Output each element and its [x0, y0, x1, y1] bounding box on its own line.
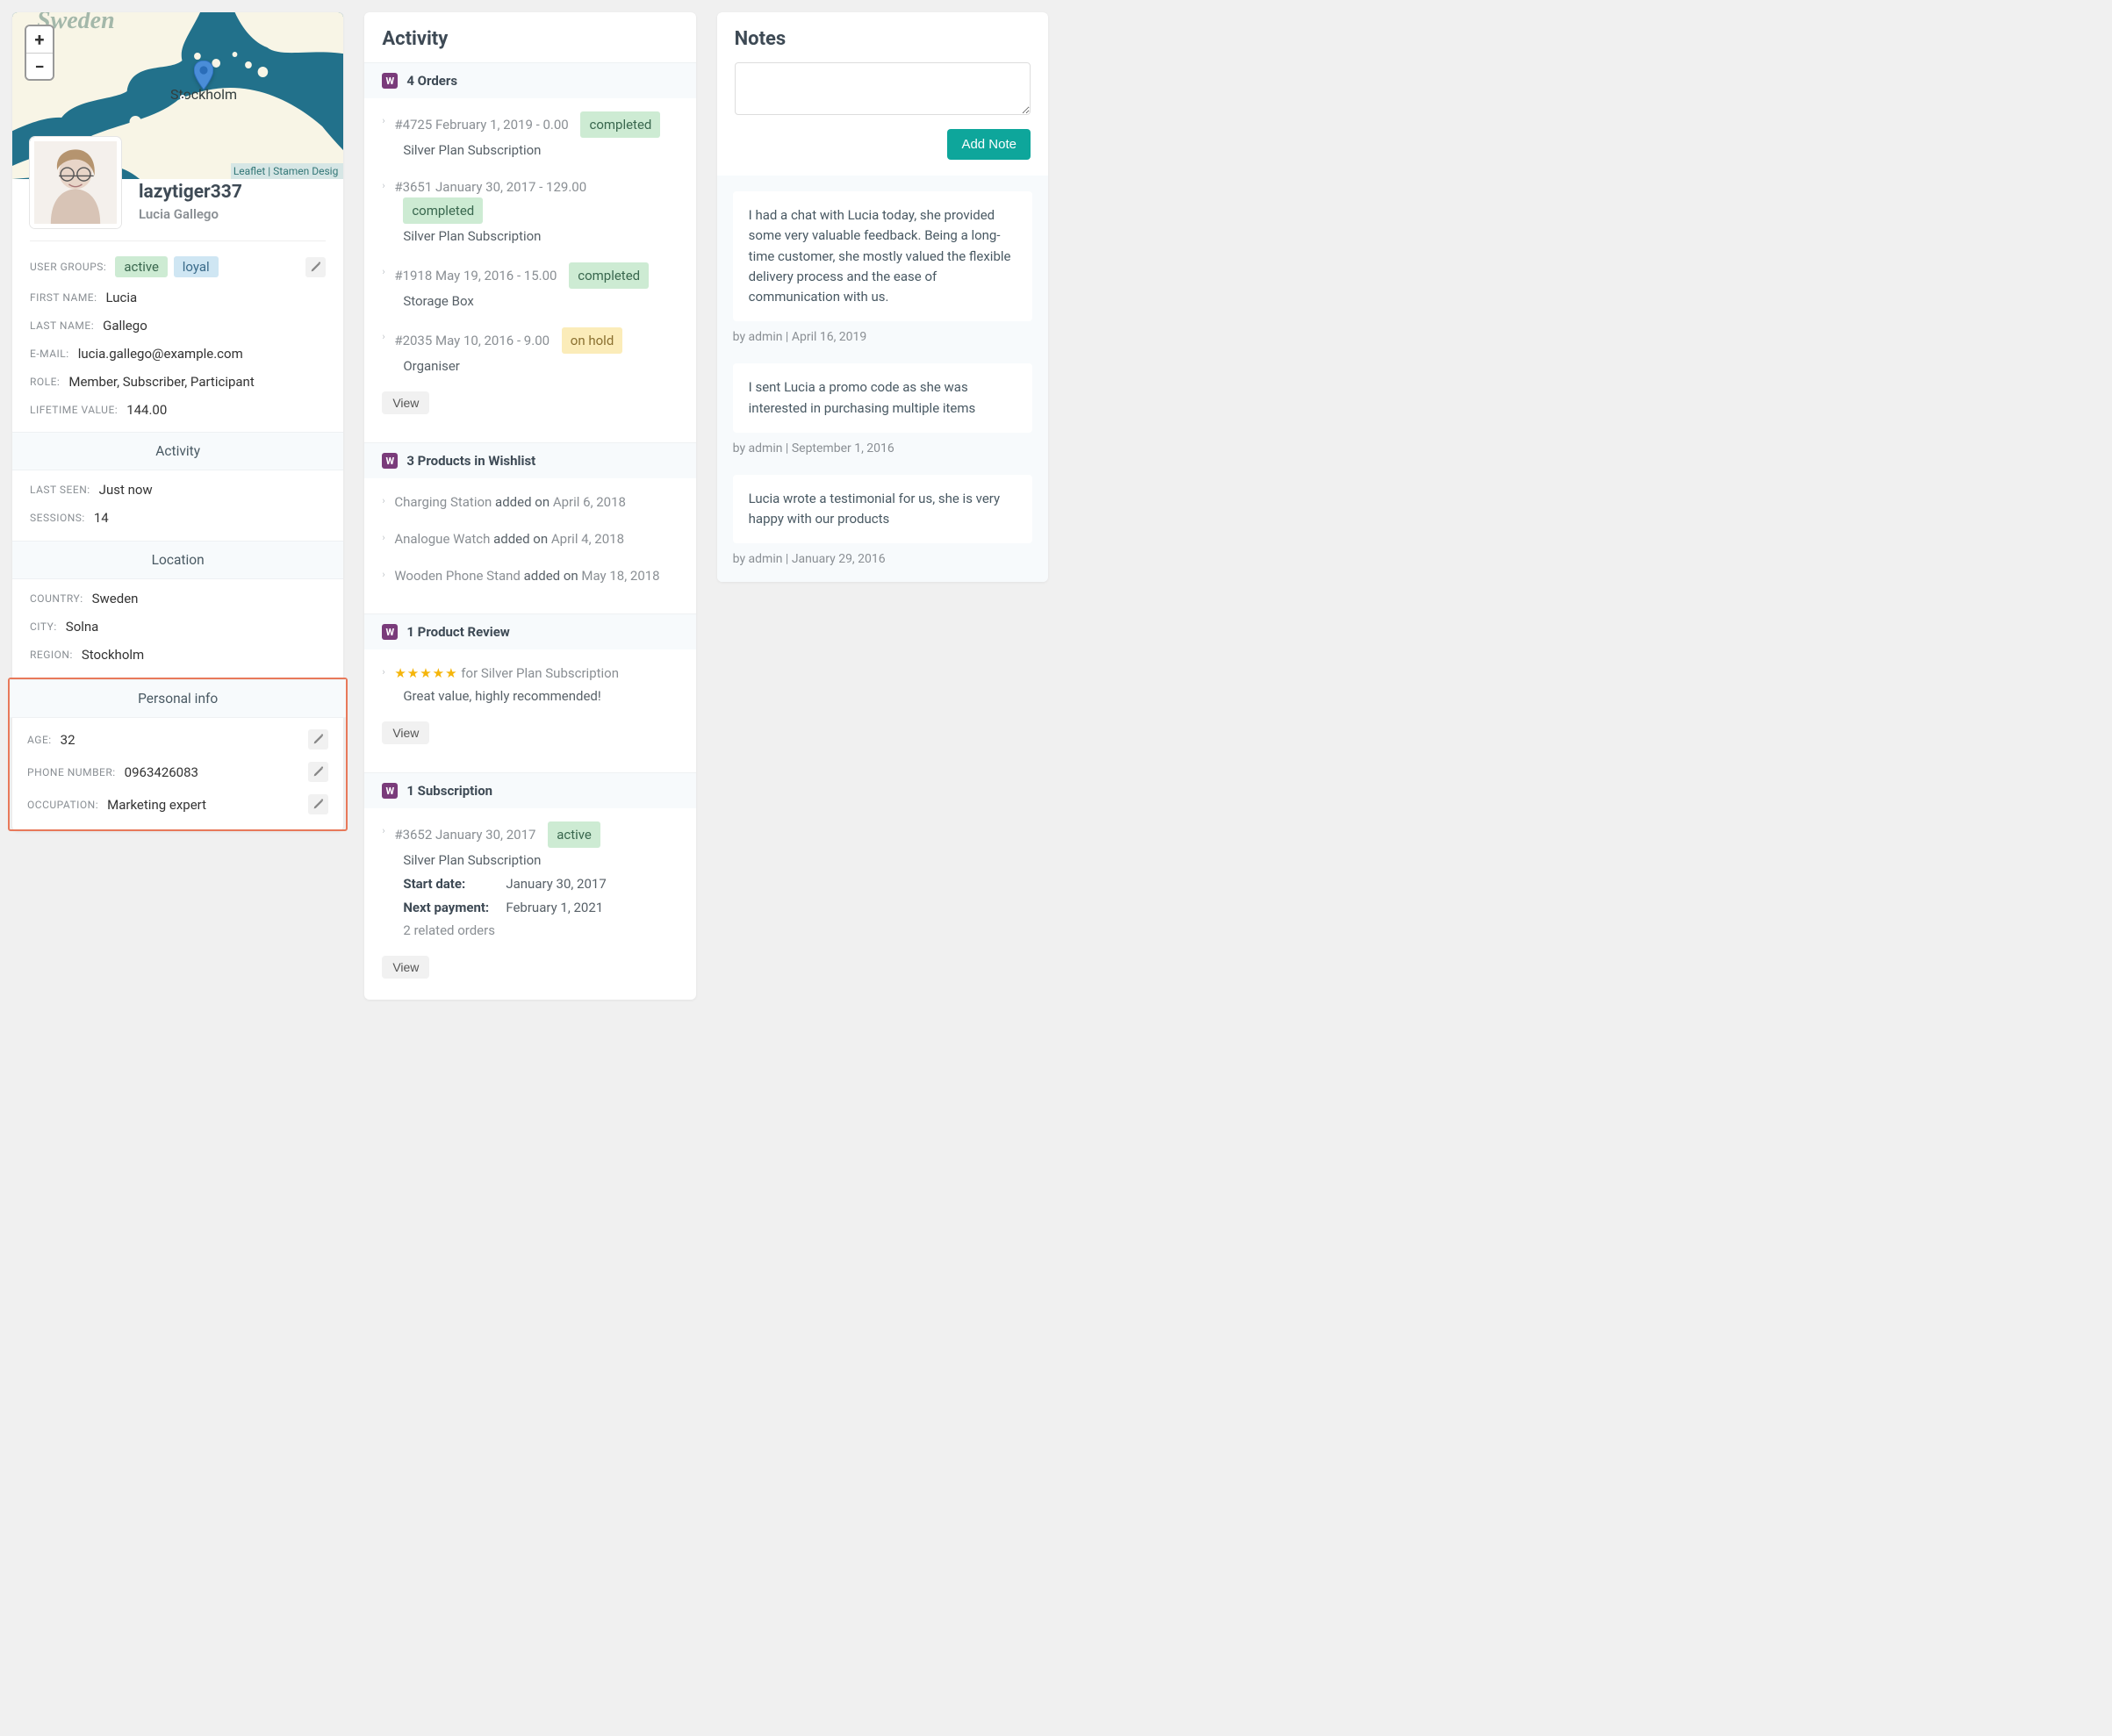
activity-section-header: Activity [12, 432, 343, 470]
lifetime-label: LIFETIME VALUE: [30, 404, 118, 416]
wishlist-item[interactable]: Wooden Phone Stand added on May 18, 2018 [364, 557, 695, 594]
last-name-label: LAST NAME: [30, 319, 94, 332]
status-onhold: on hold [562, 327, 622, 354]
age-label: AGE: [27, 734, 52, 746]
map-pin-icon [194, 61, 213, 89]
phone-label: PHONE NUMBER: [27, 766, 116, 778]
country-value: Sweden [92, 591, 139, 606]
last-seen-value: Just now [99, 482, 153, 498]
status-active: active [548, 821, 600, 848]
phone-value: 0963426083 [125, 764, 198, 780]
wishlist-header: W 3 Products in Wishlist [364, 442, 695, 478]
email-value: lucia.gallego@example.com [78, 346, 243, 362]
tag-active[interactable]: active [115, 256, 168, 277]
edit-phone-button[interactable] [308, 762, 328, 782]
subscription-item[interactable]: #3652 January 30, 2017 active Silver Pla… [364, 814, 695, 949]
note-meta: by admin | September 1, 2016 [733, 441, 1032, 456]
note-item: Lucia wrote a testimonial for us, she is… [733, 475, 1032, 544]
status-completed: completed [403, 197, 483, 224]
order-item[interactable]: #1918 May 19, 2016 - 15.00 completed Sto… [364, 255, 695, 319]
occupation-value: Marketing expert [107, 797, 206, 813]
order-item[interactable]: #3651 January 30, 2017 - 129.00 complete… [364, 169, 695, 255]
add-note-button[interactable]: Add Note [947, 129, 1031, 160]
profile-card: Sweden Stockholm + − Leaflet | Stamen De… [12, 12, 343, 831]
orders-header: W 4 Orders [364, 62, 695, 98]
edit-occupation-button[interactable] [308, 794, 328, 814]
woo-icon: W [382, 453, 398, 469]
wishlist-item[interactable]: Analogue Watch added on April 4, 2018 [364, 520, 695, 557]
occupation-label: OCCUPATION: [27, 799, 98, 811]
note-item: I had a chat with Lucia today, she provi… [733, 191, 1032, 321]
notes-column: Notes Add Note I had a chat with Lucia t… [717, 12, 1048, 1017]
avatar [30, 137, 121, 228]
note-item: I sent Lucia a promo code as she was int… [733, 363, 1032, 433]
role-label: ROLE: [30, 376, 60, 388]
order-item[interactable]: #2035 May 10, 2016 - 9.00 on hold Organi… [364, 319, 695, 384]
sessions-value: 14 [94, 510, 109, 526]
notes-card: Notes Add Note I had a chat with Lucia t… [717, 12, 1048, 582]
map-zoom-controls: + − [25, 25, 54, 81]
personal-section-header: Personal info [10, 679, 346, 718]
lifetime-value: 144.00 [126, 402, 167, 418]
zoom-out-button[interactable]: − [26, 53, 53, 79]
activity-column: Activity W 4 Orders #4725 February 1, 20… [364, 12, 695, 1017]
review-header: W 1 Product Review [364, 613, 695, 649]
status-completed: completed [580, 111, 660, 138]
woo-icon: W [382, 73, 398, 89]
sessions-label: SESSIONS: [30, 512, 85, 524]
tag-loyal[interactable]: loyal [174, 256, 219, 277]
view-subscriptions-button[interactable]: View [382, 956, 429, 979]
city-value: Solna [66, 619, 99, 635]
wishlist-item[interactable]: Charging Station added on April 6, 2018 [364, 484, 695, 520]
first-name-value: Lucia [106, 290, 138, 305]
status-completed: completed [569, 262, 649, 289]
order-item[interactable]: #4725 February 1, 2019 - 0.00 completed … [364, 104, 695, 169]
subscription-header: W 1 Subscription [364, 772, 695, 808]
note-meta: by admin | April 16, 2019 [733, 330, 1032, 344]
map-city-dot [180, 95, 185, 100]
username: lazytiger337 [139, 182, 242, 203]
notes-panel-title: Notes [717, 12, 1048, 62]
last-name-value: Gallego [103, 318, 147, 334]
edit-age-button[interactable] [308, 729, 328, 750]
role-value: Member, Subscriber, Participant [68, 374, 254, 390]
edit-groups-button[interactable] [305, 257, 326, 277]
zoom-in-button[interactable]: + [26, 26, 53, 53]
region-label: REGION: [30, 649, 73, 661]
personal-info-highlight: Personal info AGE: 32 PHONE NUMBER: 096342… [8, 678, 348, 831]
woo-icon: W [382, 783, 398, 799]
user-groups-row: USER GROUPS: active loyal [12, 250, 343, 283]
star-rating-icon: ★★★★★ [394, 665, 457, 681]
country-label: COUNTRY: [30, 592, 83, 605]
profile-column: Sweden Stockholm + − Leaflet | Stamen De… [12, 12, 343, 1017]
activity-panel-title: Activity [364, 12, 695, 62]
region-value: Stockholm [82, 647, 144, 663]
location-section-header: Location [12, 541, 343, 579]
activity-card: Activity W 4 Orders #4725 February 1, 20… [364, 12, 695, 1000]
view-orders-button[interactable]: View [382, 391, 429, 414]
note-input[interactable] [735, 62, 1031, 115]
fullname: Lucia Gallego [139, 206, 242, 222]
city-label: CITY: [30, 621, 57, 633]
notes-list: I had a chat with Lucia today, she provi… [717, 176, 1048, 582]
woo-icon: W [382, 624, 398, 640]
email-label: E-MAIL: [30, 348, 69, 360]
last-seen-label: LAST SEEN: [30, 484, 90, 496]
first-name-label: FIRST NAME: [30, 291, 97, 304]
review-item[interactable]: ★★★★★ for Silver Plan Subscription Great… [364, 655, 695, 714]
note-meta: by admin | January 29, 2016 [733, 552, 1032, 566]
age-value: 32 [61, 732, 75, 748]
view-reviews-button[interactable]: View [382, 721, 429, 744]
